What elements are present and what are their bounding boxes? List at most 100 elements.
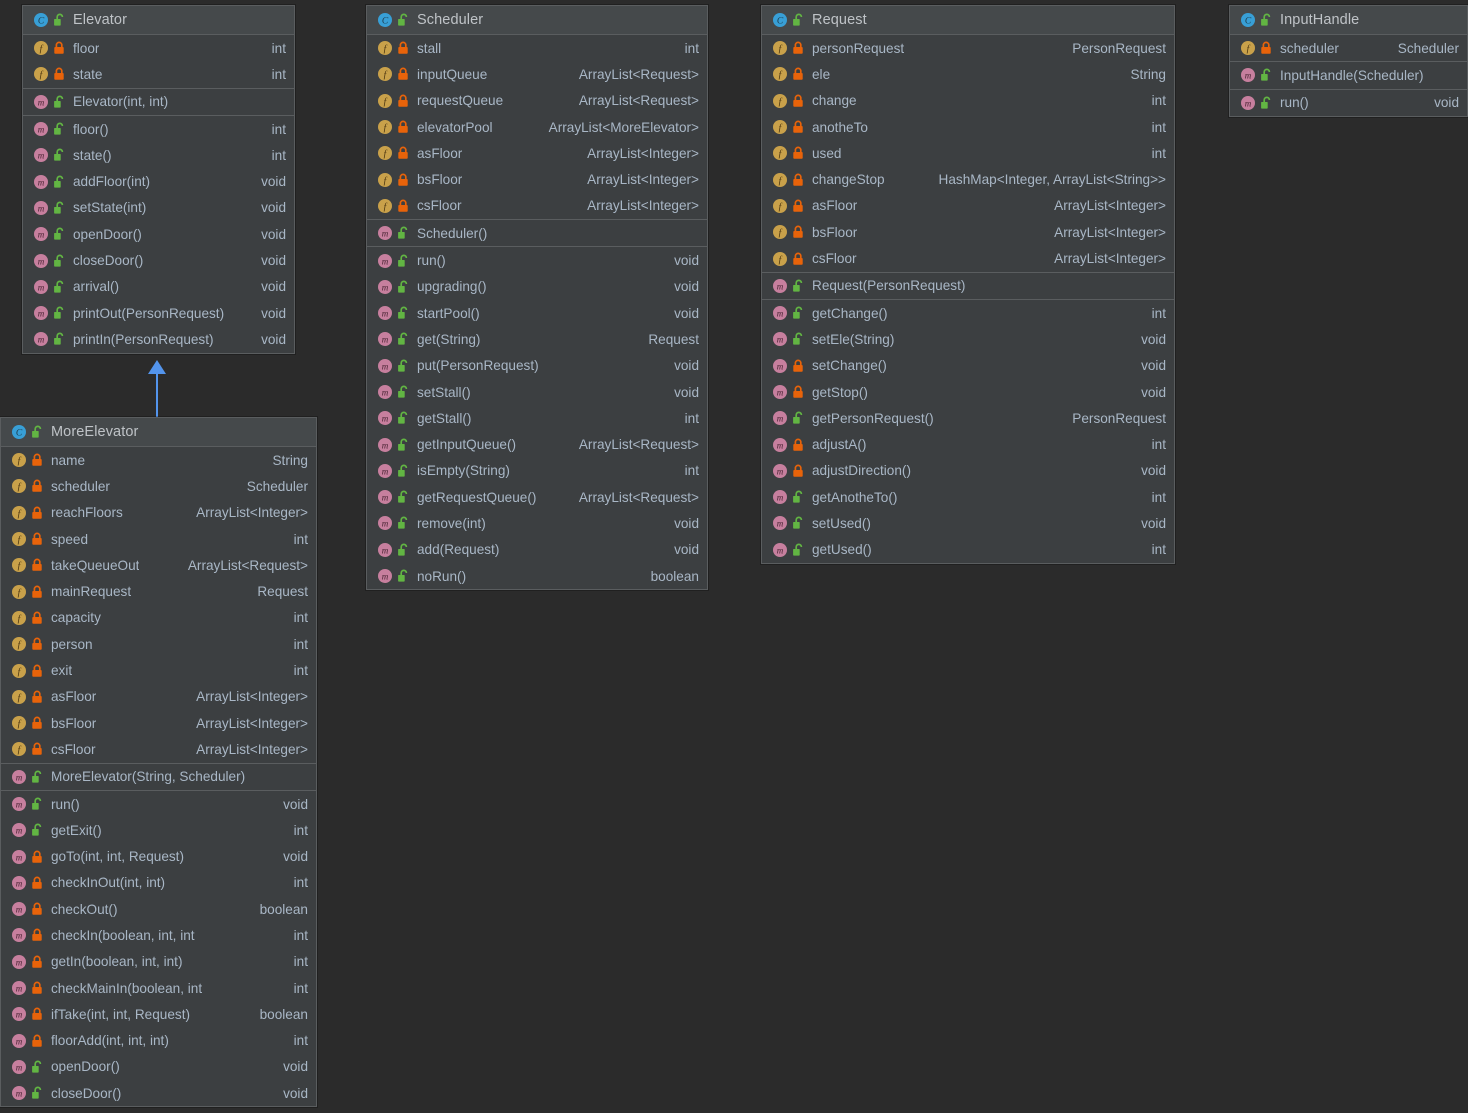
member-row[interactable]: m getExit() int — [1, 817, 316, 843]
member-row[interactable]: f capacity int — [1, 605, 316, 631]
member-type: void — [261, 253, 286, 269]
member-row[interactable]: m getStall() int — [367, 405, 707, 431]
member-row[interactable]: f elevatorPool ArrayList<MoreElevator> — [367, 114, 707, 140]
member-row[interactable]: m isEmpty(String) int — [367, 458, 707, 484]
class-header[interactable]: C Scheduler — [367, 6, 707, 35]
member-row[interactable]: m MoreElevator(String, Scheduler) — [1, 764, 316, 790]
member-row[interactable]: f takeQueueOut ArrayList<Request> — [1, 552, 316, 578]
member-row[interactable]: m getPersonRequest() PersonRequest — [762, 405, 1174, 431]
member-row[interactable]: f bsFloor ArrayList<Integer> — [367, 166, 707, 192]
member-row[interactable]: m run() void — [1, 791, 316, 817]
member-row[interactable]: m printOut(PersonRequest) void — [23, 300, 294, 326]
member-row[interactable]: m getUsed() int — [762, 537, 1174, 563]
member-row[interactable]: m startPool() void — [367, 300, 707, 326]
member-row[interactable]: f exit int — [1, 657, 316, 683]
private-locked-icon — [31, 1007, 44, 1021]
member-row[interactable]: f csFloor ArrayList<Integer> — [762, 245, 1174, 271]
member-row[interactable]: m getInputQueue() ArrayList<Request> — [367, 431, 707, 457]
member-row[interactable]: m openDoor() void — [1, 1054, 316, 1080]
member-row[interactable]: m Request(PersonRequest) — [762, 273, 1174, 299]
member-row[interactable]: f csFloor ArrayList<Integer> — [1, 736, 316, 762]
member-row[interactable]: m getIn(boolean, int, int) int — [1, 949, 316, 975]
member-row[interactable]: m getStop() void — [762, 379, 1174, 405]
member-row[interactable]: f person int — [1, 631, 316, 657]
member-row[interactable]: f asFloor ArrayList<Integer> — [762, 193, 1174, 219]
member-type: ArrayList<Integer> — [196, 505, 308, 521]
member-row[interactable]: f speed int — [1, 526, 316, 552]
member-row[interactable]: m setChange() void — [762, 353, 1174, 379]
class-header[interactable]: C MoreElevator — [1, 418, 316, 447]
member-row[interactable]: m run() void — [367, 247, 707, 273]
member-row[interactable]: m floorAdd(int, int, int) int — [1, 1028, 316, 1054]
member-row[interactable]: f anotheTo int — [762, 114, 1174, 140]
member-row[interactable]: f bsFloor ArrayList<Integer> — [1, 710, 316, 736]
member-row[interactable]: m openDoor() void — [23, 221, 294, 247]
member-row[interactable]: f name String — [1, 447, 316, 473]
member-row[interactable]: m run() void — [1230, 90, 1467, 116]
member-row[interactable]: m state() int — [23, 142, 294, 168]
uml-class-inputhandle[interactable]: C InputHandle f scheduler Scheduler m InputHan… — [1229, 5, 1468, 117]
member-row[interactable]: m getAnotheTo() int — [762, 484, 1174, 510]
member-row[interactable]: m Scheduler() — [367, 220, 707, 246]
member-row[interactable]: m InputHandle(Scheduler) — [1230, 62, 1467, 88]
member-row[interactable]: m floor() int — [23, 116, 294, 142]
member-row[interactable]: f bsFloor ArrayList<Integer> — [762, 219, 1174, 245]
member-row[interactable]: f state int — [23, 61, 294, 87]
member-row[interactable]: m setUsed() void — [762, 510, 1174, 536]
member-row[interactable]: f used int — [762, 140, 1174, 166]
uml-class-request[interactable]: C Request f personRequest PersonRequest f ele S… — [761, 5, 1175, 564]
member-row[interactable]: m closeDoor() void — [1, 1080, 316, 1106]
member-row[interactable]: m addFloor(int) void — [23, 168, 294, 194]
class-header[interactable]: C Elevator — [23, 6, 294, 35]
member-row[interactable]: m closeDoor() void — [23, 247, 294, 273]
member-row[interactable]: f asFloor ArrayList<Integer> — [367, 140, 707, 166]
member-row[interactable]: f personRequest PersonRequest — [762, 35, 1174, 61]
uml-class-moreelevator[interactable]: C MoreElevator f name String f scheduler Schedu… — [0, 417, 317, 1108]
member-row[interactable]: f change int — [762, 88, 1174, 114]
member-row[interactable]: m add(Request) void — [367, 537, 707, 563]
member-row[interactable]: m setState(int) void — [23, 195, 294, 221]
member-row[interactable]: f inputQueue ArrayList<Request> — [367, 61, 707, 87]
member-row[interactable]: m get(String) Request — [367, 326, 707, 352]
uml-class-elevator[interactable]: C Elevator f floor int f state int m Elevator(int… — [22, 5, 295, 354]
member-row[interactable]: m ifTake(int, int, Request) boolean — [1, 1001, 316, 1027]
member-name: printIn(PersonRequest) — [73, 331, 214, 347]
member-row[interactable]: f stall int — [367, 35, 707, 61]
member-row[interactable]: m remove(int) void — [367, 510, 707, 536]
member-row[interactable]: m checkInOut(int, int) int — [1, 870, 316, 896]
field-icon: f — [11, 531, 27, 547]
member-row[interactable]: m printIn(PersonRequest) void — [23, 326, 294, 352]
member-row[interactable]: m adjustDirection() void — [762, 458, 1174, 484]
member-row[interactable]: m setEle(String) void — [762, 326, 1174, 352]
member-row[interactable]: m getRequestQueue() ArrayList<Request> — [367, 484, 707, 510]
member-row[interactable]: m noRun() boolean — [367, 563, 707, 589]
uml-class-scheduler[interactable]: C Scheduler f stall int f inputQueue ArrayList<… — [366, 5, 708, 591]
member-type: int — [271, 147, 286, 163]
member-row[interactable]: m setStall() void — [367, 379, 707, 405]
member-row[interactable]: m goTo(int, int, Request) void — [1, 843, 316, 869]
member-row[interactable]: f scheduler Scheduler — [1230, 35, 1467, 61]
member-row[interactable]: m checkOut() boolean — [1, 896, 316, 922]
member-row[interactable]: m adjustA() int — [762, 431, 1174, 457]
member-row[interactable]: f floor int — [23, 35, 294, 61]
member-row[interactable]: f asFloor ArrayList<Integer> — [1, 684, 316, 710]
member-row[interactable]: m Elevator(int, int) — [23, 89, 294, 115]
class-header[interactable]: C InputHandle — [1230, 6, 1467, 35]
member-row[interactable]: m checkIn(boolean, int, int int — [1, 922, 316, 948]
class-header[interactable]: C Request — [762, 6, 1174, 35]
member-row[interactable]: f mainRequest Request — [1, 578, 316, 604]
public-unlocked-icon — [31, 823, 44, 837]
member-type: String — [1130, 66, 1166, 82]
member-row[interactable]: f reachFloors ArrayList<Integer> — [1, 500, 316, 526]
member-row[interactable]: f changeStop HashMap<Integer, ArrayList<St… — [762, 166, 1174, 192]
member-row[interactable]: f csFloor ArrayList<Integer> — [367, 193, 707, 219]
member-row[interactable]: m put(PersonRequest) void — [367, 353, 707, 379]
member-row[interactable]: m arrival() void — [23, 274, 294, 300]
member-row[interactable]: m upgrading() void — [367, 274, 707, 300]
member-row[interactable]: m getChange() int — [762, 300, 1174, 326]
member-row[interactable]: m checkMainIn(boolean, int int — [1, 975, 316, 1001]
method-icon: m — [377, 225, 393, 241]
member-row[interactable]: f scheduler Scheduler — [1, 473, 316, 499]
member-row[interactable]: f requestQueue ArrayList<Request> — [367, 88, 707, 114]
member-row[interactable]: f ele String — [762, 61, 1174, 87]
